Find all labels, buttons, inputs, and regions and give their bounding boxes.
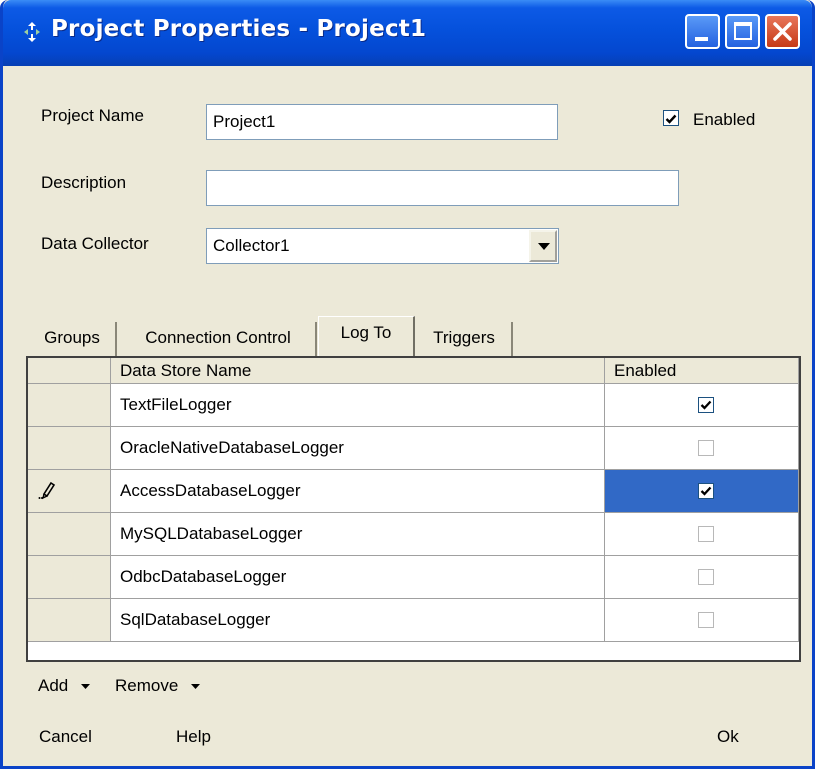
enabled-cell[interactable] (605, 599, 799, 642)
ok-button[interactable]: Ok (717, 727, 739, 747)
tab-groups[interactable]: Groups (29, 322, 117, 356)
enabled-cell[interactable] (605, 556, 799, 599)
checkmark-icon (700, 400, 712, 410)
row-header[interactable] (28, 384, 111, 427)
data-collector-dropdown-button[interactable] (529, 230, 557, 262)
data-store-name-cell[interactable]: OdbcDatabaseLogger (111, 556, 605, 599)
row-header[interactable] (28, 470, 111, 513)
enabled-checkbox[interactable] (698, 612, 714, 628)
table-row[interactable]: SqlDatabaseLogger (28, 599, 799, 642)
table-row[interactable]: TextFileLogger (28, 384, 799, 427)
enabled-checkbox[interactable] (698, 569, 714, 585)
grid-corner-header (28, 358, 111, 384)
enabled-label: Enabled (693, 110, 756, 129)
window-title: Project Properties - Project1 (51, 16, 427, 42)
data-store-name-cell[interactable]: TextFileLogger (111, 384, 605, 427)
remove-label: Remove (115, 676, 179, 695)
data-collector-select[interactable]: Collector1 (206, 228, 559, 264)
enabled-checkbox[interactable] (698, 440, 714, 456)
title-bar[interactable]: Project Properties - Project1 (3, 0, 812, 66)
maximize-button[interactable] (725, 14, 760, 49)
maximize-icon (734, 22, 752, 40)
add-label: Add (38, 676, 69, 695)
table-row[interactable]: OdbcDatabaseLogger (28, 556, 799, 599)
enabled-cell[interactable] (605, 384, 799, 427)
tab-triggers[interactable]: Triggers (417, 322, 513, 356)
enabled-cell[interactable] (605, 427, 799, 470)
description-label: Description (41, 173, 127, 192)
tab-log-to-label: Log To (340, 323, 392, 342)
data-store-name-cell[interactable]: MySQLDatabaseLogger (111, 513, 605, 556)
help-button[interactable]: Help (176, 727, 211, 747)
enabled-checkbox[interactable] (663, 110, 679, 126)
chevron-down-icon (191, 684, 201, 690)
data-store-name-cell[interactable]: SqlDatabaseLogger (111, 599, 605, 642)
enabled-checkbox[interactable] (698, 397, 714, 413)
data-store-name-cell[interactable]: OracleNativeDatabaseLogger (111, 427, 605, 470)
cancel-button[interactable]: Cancel (39, 727, 92, 747)
column-header-enabled[interactable]: Enabled (605, 358, 799, 384)
row-header[interactable] (28, 556, 111, 599)
row-header[interactable] (28, 513, 111, 556)
grid-header-row: Data Store Name Enabled (28, 358, 799, 384)
tab-connection-control[interactable]: Connection Control (121, 322, 317, 356)
tab-groups-label: Groups (44, 328, 100, 347)
app-icon (24, 22, 40, 42)
enabled-checkbox[interactable] (698, 483, 714, 499)
enabled-checkbox[interactable] (698, 526, 714, 542)
table-row[interactable]: OracleNativeDatabaseLogger (28, 427, 799, 470)
tab-connection-control-label: Connection Control (145, 328, 291, 347)
enabled-cell[interactable] (605, 513, 799, 556)
row-header[interactable] (28, 427, 111, 470)
close-icon (773, 22, 792, 41)
data-collector-label: Data Collector (41, 234, 149, 253)
data-store-grid[interactable]: Data Store Name Enabled TextFileLogger O… (26, 356, 801, 662)
row-header[interactable] (28, 599, 111, 642)
pencil-icon (38, 481, 56, 500)
project-name-label: Project Name (41, 106, 144, 125)
chevron-down-icon (538, 243, 550, 250)
column-header-data-store-name[interactable]: Data Store Name (111, 358, 605, 384)
data-store-name-cell[interactable]: AccessDatabaseLogger (111, 470, 605, 513)
project-properties-window: Project Properties - Project1 Project Na… (0, 0, 815, 769)
table-row[interactable]: AccessDatabaseLogger (28, 470, 799, 513)
checkmark-icon (700, 486, 712, 496)
checkmark-icon (665, 114, 677, 124)
tab-triggers-label: Triggers (433, 328, 495, 347)
tab-log-to[interactable]: Log To (318, 316, 415, 356)
close-button[interactable] (765, 14, 800, 49)
description-input[interactable] (206, 170, 679, 206)
minimize-icon (695, 37, 708, 41)
remove-button[interactable]: Remove (115, 676, 201, 696)
chevron-down-icon (80, 684, 90, 690)
data-collector-value: Collector1 (213, 236, 290, 255)
minimize-button[interactable] (685, 14, 720, 49)
enabled-cell[interactable] (605, 470, 799, 513)
add-button[interactable]: Add (38, 676, 90, 696)
project-name-input[interactable]: Project1 (206, 104, 558, 140)
table-row[interactable]: MySQLDatabaseLogger (28, 513, 799, 556)
